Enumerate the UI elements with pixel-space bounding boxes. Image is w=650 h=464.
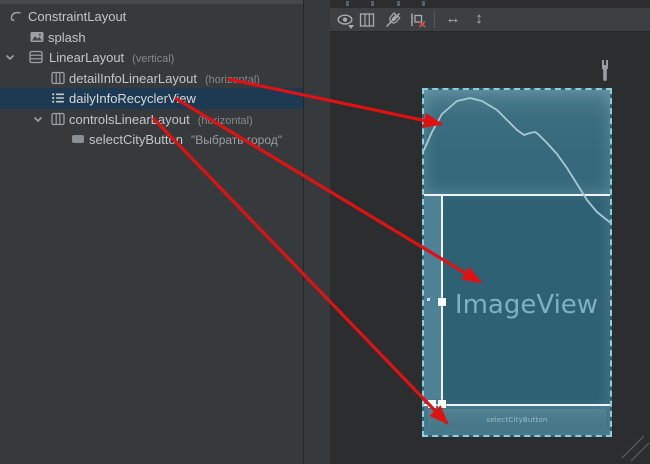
tree-item-daily-info-recycler-view[interactable]: dailyInfoRecyclerView [0, 88, 303, 109]
tree-item-label: LinearLayout(vertical) [49, 47, 174, 70]
panel-header-strip [0, 0, 330, 4]
clear-constraints-icon[interactable] [409, 11, 427, 29]
linear-layout-vertical-icon [28, 49, 44, 65]
resize-handle-bottom-left[interactable] [428, 400, 436, 408]
chevron-down-icon[interactable] [2, 49, 18, 65]
tree-item-annotation: (horizontal) [205, 74, 260, 86]
column-mode-icon[interactable] [358, 11, 376, 29]
dropdown-caret-icon[interactable] [348, 25, 354, 29]
chevron-down-icon[interactable] [30, 111, 46, 127]
recycler-view-list-icon [50, 90, 66, 106]
tree-item-annotation: (horizontal) [198, 115, 253, 127]
panel-splitter[interactable] [303, 0, 330, 464]
selection-anchor-dot [427, 298, 430, 301]
tree-item-detail-info-linear-layout[interactable]: detailInfoLinearLayout(horizontal) [0, 68, 303, 89]
image-icon [29, 29, 45, 45]
tree-item-annotation: (vertical) [132, 53, 174, 65]
tree-item-splash[interactable]: splash [0, 27, 303, 48]
tree-item-linear-layout[interactable]: LinearLayout(vertical) [0, 47, 303, 68]
detail-info-region[interactable] [424, 90, 610, 194]
tree-item-constraint-layout[interactable]: ConstraintLayout [0, 6, 303, 27]
controls-bar-region[interactable]: selectCityButton [424, 406, 610, 435]
component-tree-panel: ConstraintLayout splash LinearLayout(ver… [0, 0, 303, 464]
vertical-expand-icon[interactable]: ↕ [470, 10, 488, 28]
resize-handle-right-mid[interactable] [438, 298, 446, 306]
constraint-layout-icon [7, 8, 23, 24]
imageview-placeholder-label: ImageView [443, 290, 610, 320]
tree-item-label: dailyInfoRecyclerView [69, 88, 196, 109]
button-icon [70, 131, 86, 147]
wrench-icon[interactable] [598, 59, 612, 82]
resize-handle-bottom-right[interactable] [438, 400, 446, 408]
resize-gripper-icon[interactable] [621, 435, 650, 462]
layout-preview[interactable]: ImageView selectCityButton [422, 88, 612, 437]
cut-off-tab-mark [397, 1, 400, 6]
horizontal-expand-icon[interactable]: ↔ [444, 10, 462, 28]
linear-layout-horizontal-icon [50, 70, 66, 86]
linear-layout-horizontal-icon [50, 111, 66, 127]
design-toolbar: ↔ ↕ [330, 8, 650, 32]
cut-off-tab-mark [371, 1, 374, 6]
tree-item-controls-linear-layout[interactable]: controlsLinearLayout(horizontal) [0, 109, 303, 130]
tree-item-text-value: "Выбрать город" [191, 133, 282, 147]
select-city-button-preview[interactable]: selectCityButton [428, 409, 606, 432]
cut-off-tab-mark [422, 1, 425, 6]
tree-item-select-city-button[interactable]: selectCityButton"Выбрать город" [0, 129, 303, 150]
toolbar-separator [434, 10, 435, 28]
tree-item-label: selectCityButton"Выбрать город" [89, 129, 282, 151]
tree-item-label: ConstraintLayout [28, 6, 126, 27]
cut-off-tab-mark [346, 1, 349, 6]
autoconnect-off-magnet-icon[interactable] [384, 11, 402, 29]
tree-item-label: splash [48, 27, 86, 48]
